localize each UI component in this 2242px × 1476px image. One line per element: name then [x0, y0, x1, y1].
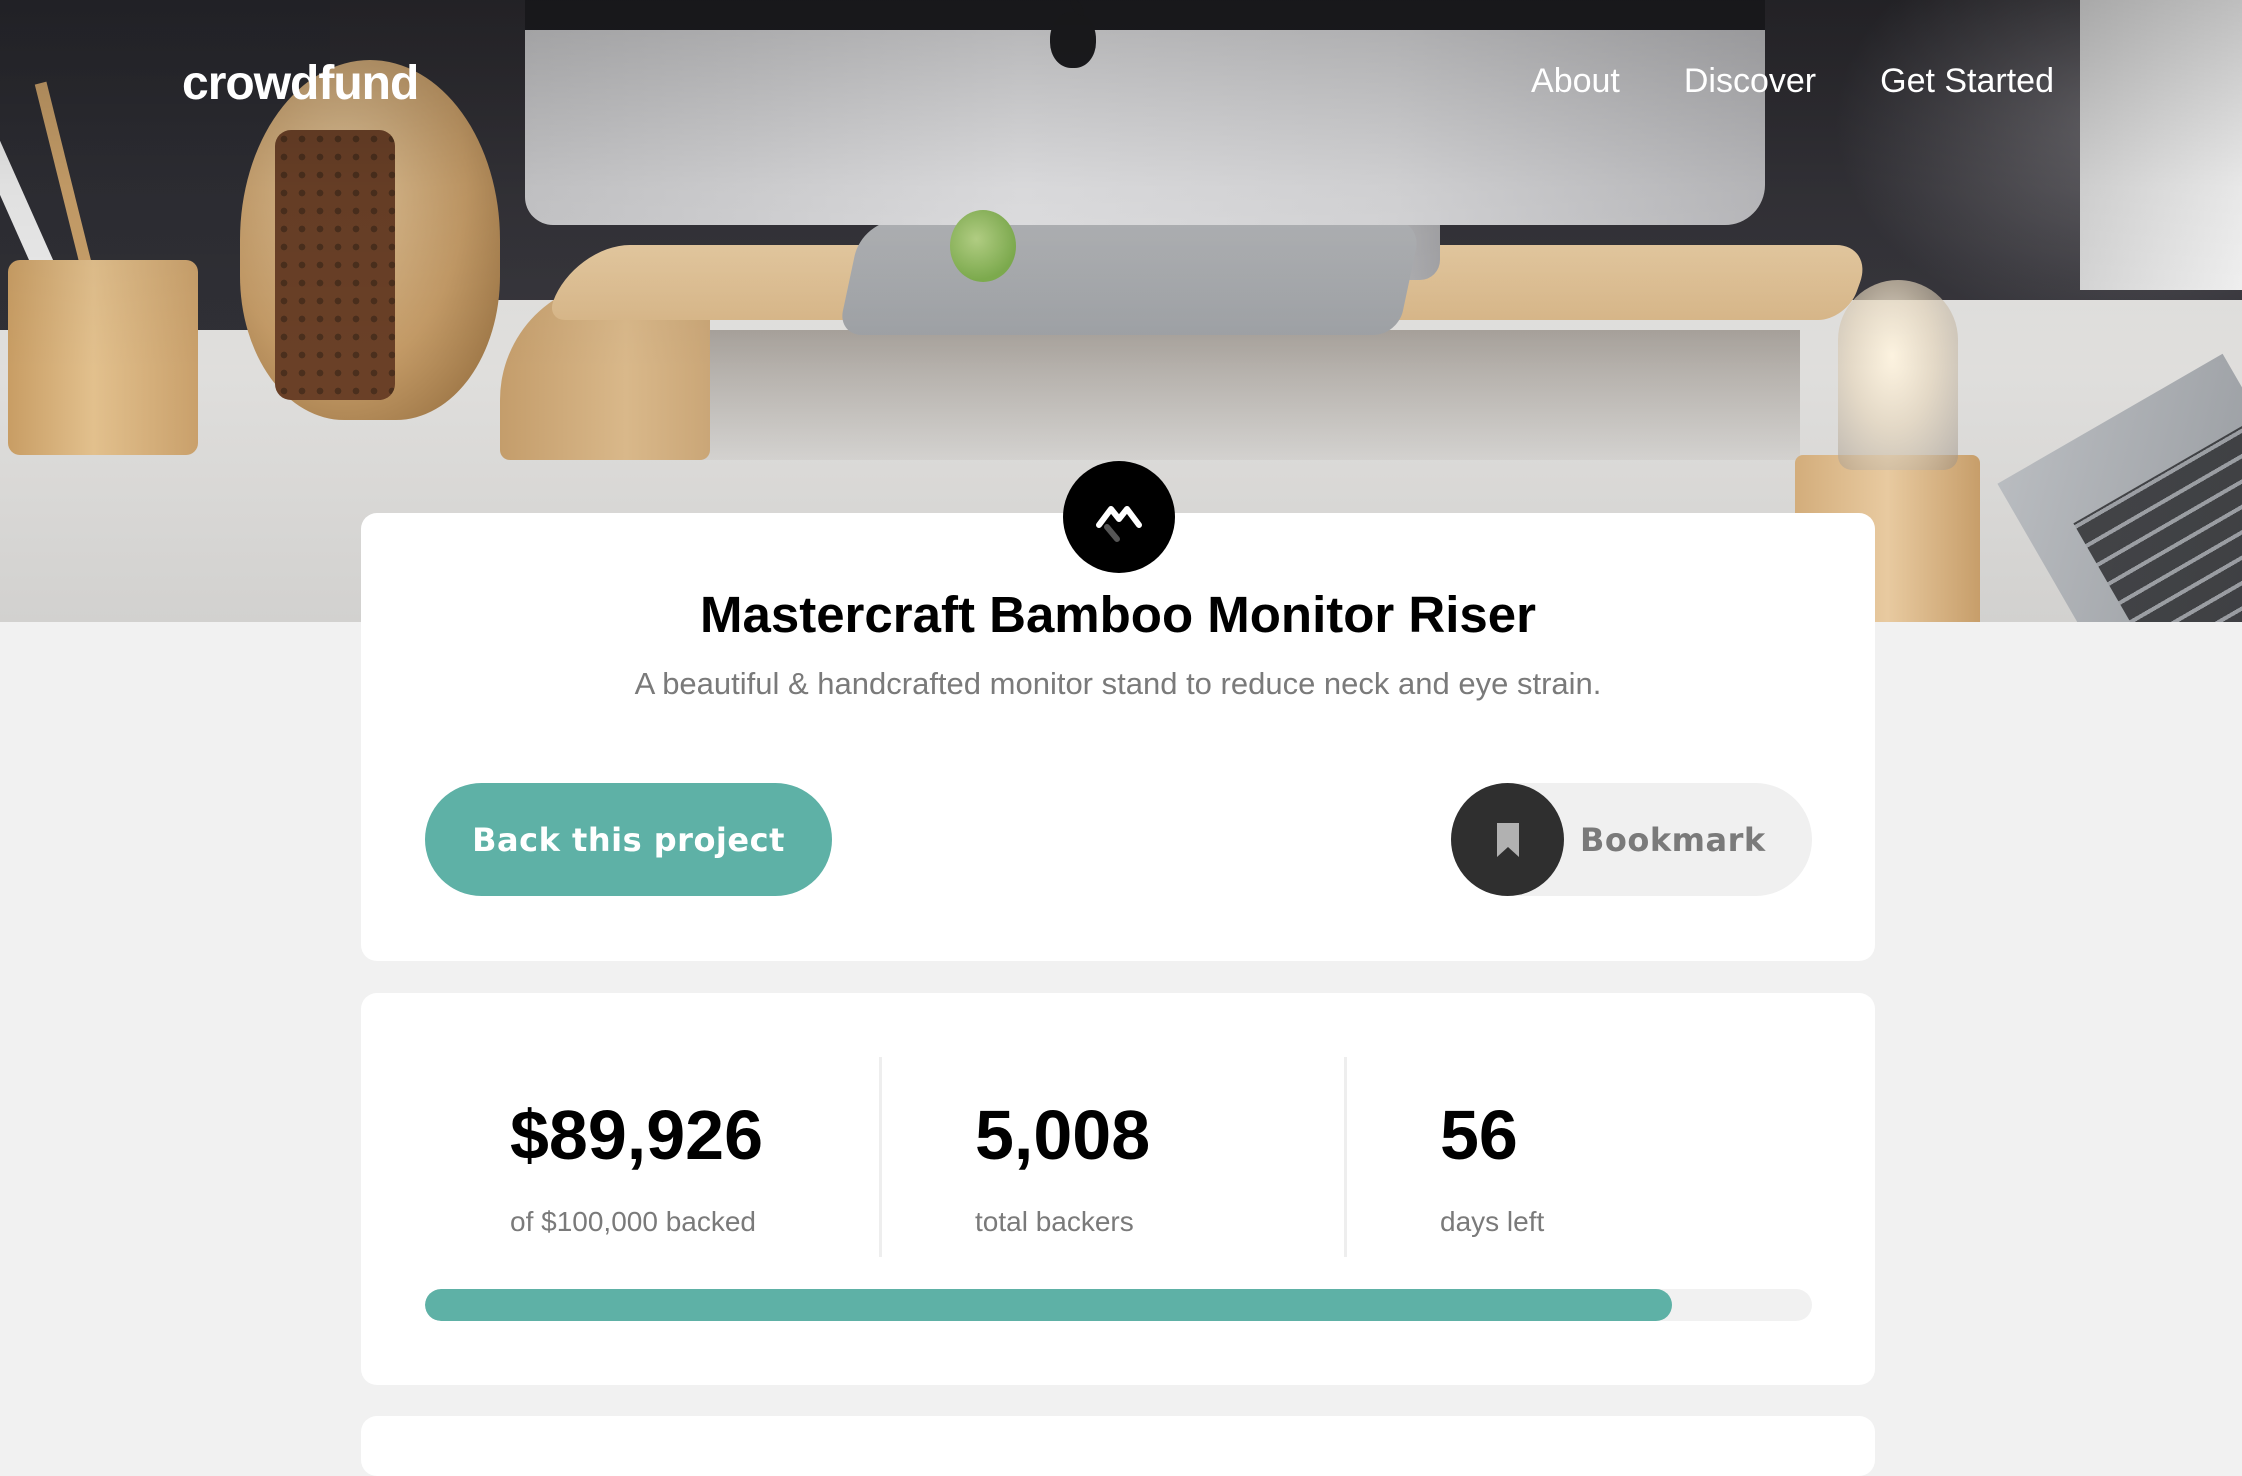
stat-days: 56 days left [1440, 1090, 1544, 1238]
stat-divider [879, 1057, 882, 1257]
mastercraft-logo-icon [1063, 461, 1175, 573]
stat-backers-label: total backers [975, 1206, 1134, 1237]
bookmark-button[interactable]: Bookmark [1451, 783, 1812, 896]
back-project-button[interactable]: Back this project [425, 783, 832, 896]
project-title: Mastercraft Bamboo Monitor Riser [700, 586, 1536, 643]
stat-backers-value: 5,008 [975, 1096, 1151, 1174]
mastercraft-logo-svg [1096, 506, 1142, 542]
bookmark-label: Bookmark [1580, 820, 1766, 859]
nav-discover[interactable]: Discover [1684, 62, 1816, 101]
funding-progress-bar [425, 1289, 1812, 1321]
nav-about[interactable]: About [1531, 62, 1620, 101]
stat-days-value: 56 [1440, 1096, 1518, 1174]
about-card [361, 1416, 1875, 1476]
nav-get-started[interactable]: Get Started [1880, 62, 2054, 101]
stat-backed-value: $89,926 [510, 1096, 764, 1174]
stat-days-label: days left [1440, 1206, 1545, 1237]
stat-divider [1344, 1057, 1347, 1257]
stat-backed-label: of $100,000 backed [510, 1206, 756, 1237]
stat-backers: 5,008 total backers [975, 1090, 1150, 1238]
project-subtitle: A beautiful & handcrafted monitor stand … [634, 666, 1602, 701]
funding-progress-fill [425, 1289, 1672, 1321]
stat-backed: $89,926 of $100,000 backed [510, 1090, 763, 1238]
site-logo[interactable]: crowdfund [182, 56, 419, 111]
bookmark-icon-svg [1496, 822, 1519, 857]
main-nav: About Discover Get Started [1531, 62, 2054, 101]
bookmark-icon [1451, 783, 1564, 896]
